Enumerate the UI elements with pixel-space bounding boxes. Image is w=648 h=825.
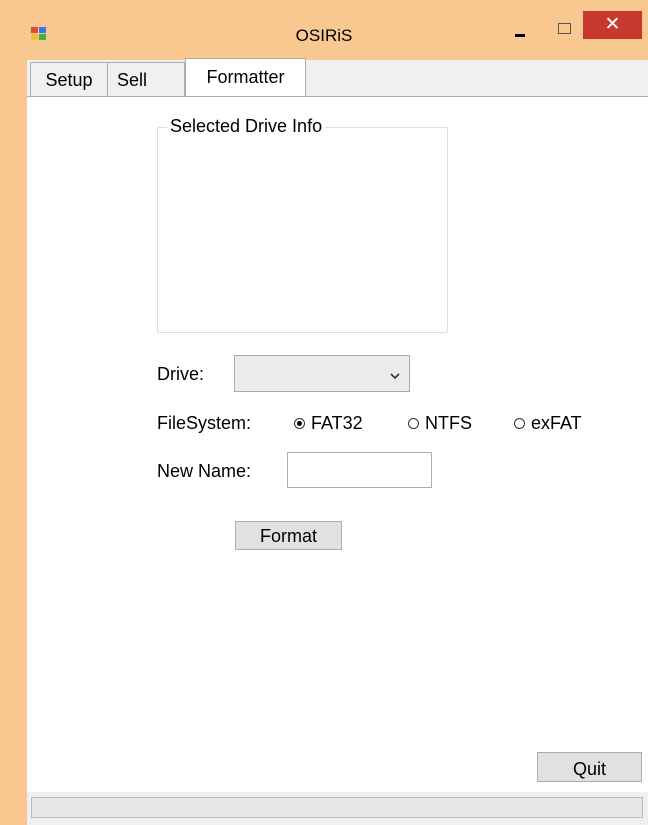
- radio-ntfs-indicator: [408, 418, 419, 429]
- radio-fat32[interactable]: FAT32: [294, 413, 363, 434]
- radio-exfat-indicator: [514, 418, 525, 429]
- radio-exfat-label: exFAT: [531, 413, 582, 433]
- tab-formatter[interactable]: Formatter: [185, 58, 306, 96]
- radio-exfat[interactable]: exFAT: [514, 413, 582, 434]
- drive-dropdown[interactable]: [234, 355, 410, 392]
- radio-ntfs[interactable]: NTFS: [408, 413, 472, 434]
- tab-sell[interactable]: Sell: [107, 62, 185, 96]
- format-button[interactable]: Format: [235, 521, 342, 550]
- tab-setup[interactable]: Setup: [30, 62, 108, 96]
- progress-bar: [31, 797, 643, 818]
- chevron-down-icon: [390, 367, 400, 383]
- radio-fat32-indicator: [294, 418, 305, 429]
- drive-info-groupbox: [157, 127, 448, 333]
- radio-ntfs-label: NTFS: [425, 413, 472, 433]
- minimize-button[interactable]: [505, 18, 535, 40]
- quit-button[interactable]: Quit: [537, 752, 642, 782]
- window-title: OSIRiS: [295, 26, 353, 45]
- filesystem-label: FileSystem:: [157, 413, 252, 433]
- drive-info-label: Selected Drive Info: [167, 116, 326, 137]
- title-bar: OSIRiS ✕: [0, 0, 648, 60]
- maximize-button[interactable]: [552, 20, 576, 40]
- close-button[interactable]: ✕: [583, 11, 642, 39]
- new-name-label: New Name:: [157, 461, 252, 481]
- new-name-input[interactable]: [287, 452, 432, 488]
- drive-label: Drive:: [157, 364, 205, 384]
- radio-fat32-label: FAT32: [311, 413, 363, 433]
